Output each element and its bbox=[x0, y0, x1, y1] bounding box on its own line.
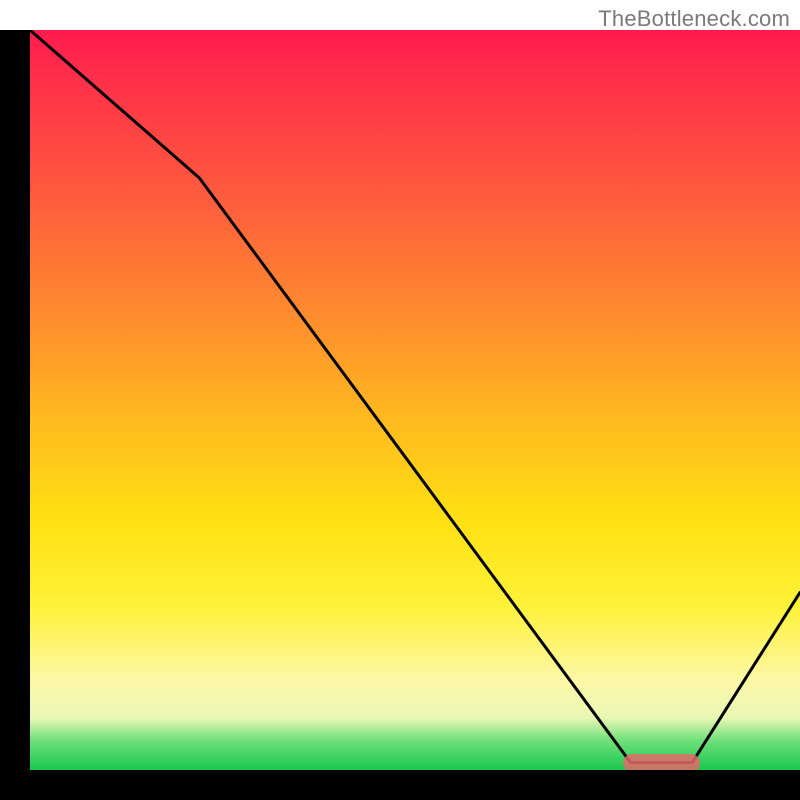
x-axis-bar bbox=[0, 770, 800, 800]
plot-area bbox=[30, 30, 800, 770]
bottleneck-curve bbox=[30, 30, 800, 770]
y-axis-bar bbox=[0, 30, 30, 800]
chart-frame: TheBottleneck.com bbox=[0, 0, 800, 800]
watermark-text: TheBottleneck.com bbox=[598, 6, 790, 32]
optimal-range-marker bbox=[623, 754, 700, 770]
